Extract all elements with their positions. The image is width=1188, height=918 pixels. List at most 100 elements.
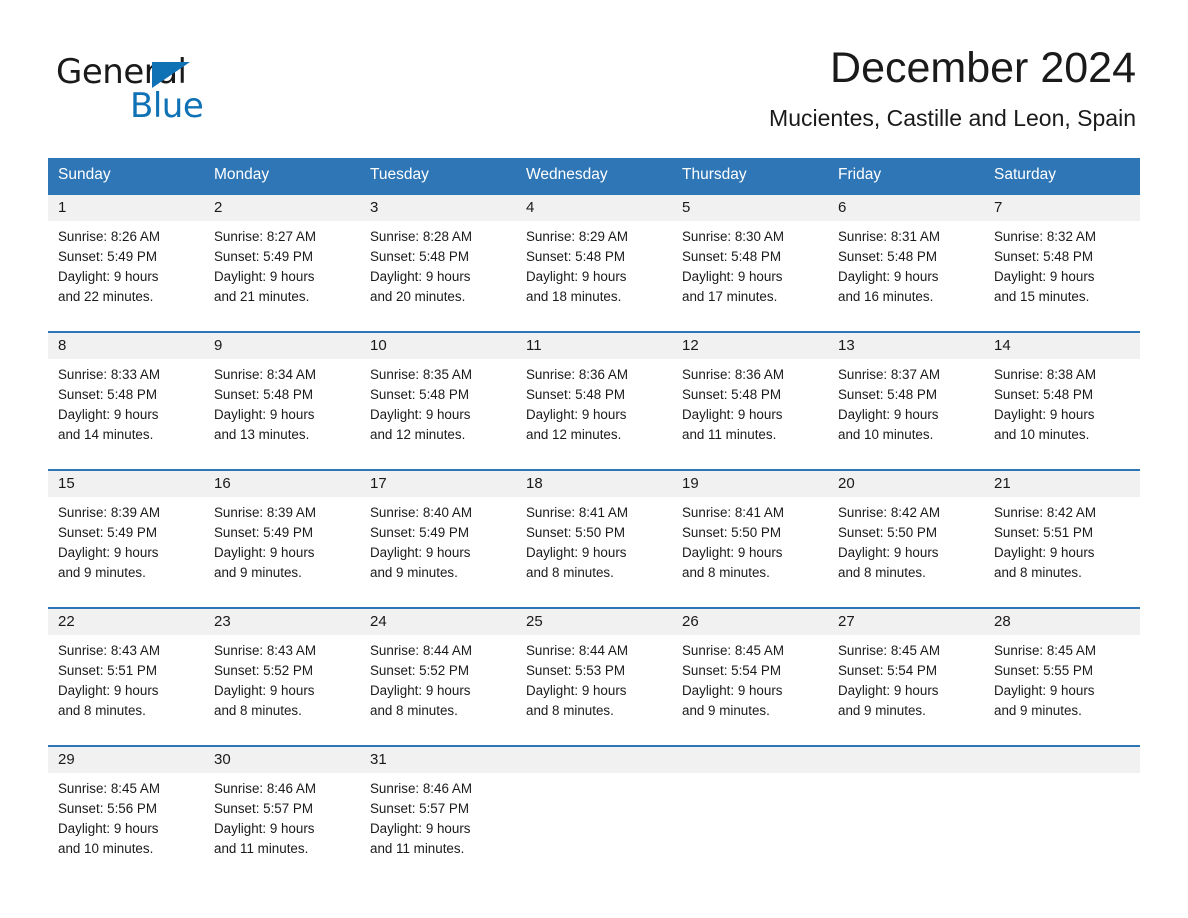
sunset-text: Sunset: 5:56 PM — [58, 801, 157, 816]
day-number: 18 — [516, 471, 672, 497]
day-number: 5 — [672, 195, 828, 221]
day-cell[interactable]: 24 Sunrise: 8:44 AM Sunset: 5:52 PM Dayl… — [360, 609, 516, 731]
daylight-text-line1: Daylight: 9 hours — [214, 545, 315, 560]
day-cell[interactable]: 6 Sunrise: 8:31 AM Sunset: 5:48 PM Dayli… — [828, 195, 984, 317]
day-details: Sunrise: 8:32 AM Sunset: 5:48 PM Dayligh… — [984, 221, 1140, 317]
week-spacer — [48, 731, 1140, 745]
day-cell[interactable]: 29 Sunrise: 8:45 AM Sunset: 5:56 PM Dayl… — [48, 747, 204, 869]
day-cell[interactable]: 11 Sunrise: 8:36 AM Sunset: 5:48 PM Dayl… — [516, 333, 672, 455]
day-cell[interactable]: 3 Sunrise: 8:28 AM Sunset: 5:48 PM Dayli… — [360, 195, 516, 317]
day-cell[interactable]: 15 Sunrise: 8:39 AM Sunset: 5:49 PM Dayl… — [48, 471, 204, 593]
day-cell[interactable]: 19 Sunrise: 8:41 AM Sunset: 5:50 PM Dayl… — [672, 471, 828, 593]
daylight-text-line1: Daylight: 9 hours — [370, 821, 471, 836]
sunset-text: Sunset: 5:49 PM — [58, 249, 157, 264]
daylight-text-line1: Daylight: 9 hours — [838, 407, 939, 422]
day-cell[interactable]: 31 Sunrise: 8:46 AM Sunset: 5:57 PM Dayl… — [360, 747, 516, 869]
day-cell[interactable]: 13 Sunrise: 8:37 AM Sunset: 5:48 PM Dayl… — [828, 333, 984, 455]
day-details: Sunrise: 8:44 AM Sunset: 5:52 PM Dayligh… — [360, 635, 516, 731]
day-cell[interactable]: 9 Sunrise: 8:34 AM Sunset: 5:48 PM Dayli… — [204, 333, 360, 455]
sunrise-text: Sunrise: 8:31 AM — [838, 229, 940, 244]
weekday-header-sunday: Sunday — [58, 166, 111, 183]
daylight-text-line1: Daylight: 9 hours — [526, 269, 627, 284]
day-cell[interactable]: 2 Sunrise: 8:27 AM Sunset: 5:49 PM Dayli… — [204, 195, 360, 317]
day-cell[interactable]: 10 Sunrise: 8:35 AM Sunset: 5:48 PM Dayl… — [360, 333, 516, 455]
sunrise-text: Sunrise: 8:29 AM — [526, 229, 628, 244]
logo-triangle-icon — [152, 62, 190, 88]
day-cell[interactable]: 28 Sunrise: 8:45 AM Sunset: 5:55 PM Dayl… — [984, 609, 1140, 731]
day-number: 24 — [360, 609, 516, 635]
weekday-header-tuesday: Tuesday — [370, 166, 429, 183]
daylight-text-line1: Daylight: 9 hours — [58, 545, 159, 560]
daylight-text-line1: Daylight: 9 hours — [682, 407, 783, 422]
day-number: 14 — [984, 333, 1140, 359]
day-cell[interactable]: 18 Sunrise: 8:41 AM Sunset: 5:50 PM Dayl… — [516, 471, 672, 593]
daylight-text-line1: Daylight: 9 hours — [370, 269, 471, 284]
week-spacer — [48, 593, 1140, 607]
day-details: Sunrise: 8:46 AM Sunset: 5:57 PM Dayligh… — [360, 773, 516, 869]
day-number — [984, 747, 1140, 773]
day-details: Sunrise: 8:26 AM Sunset: 5:49 PM Dayligh… — [48, 221, 204, 317]
daylight-text-line2: and 8 minutes. — [526, 565, 614, 580]
day-cell[interactable]: 4 Sunrise: 8:29 AM Sunset: 5:48 PM Dayli… — [516, 195, 672, 317]
day-cell[interactable]: 5 Sunrise: 8:30 AM Sunset: 5:48 PM Dayli… — [672, 195, 828, 317]
daylight-text-line1: Daylight: 9 hours — [214, 269, 315, 284]
daylight-text-line2: and 14 minutes. — [58, 427, 154, 442]
sunset-text: Sunset: 5:49 PM — [370, 525, 469, 540]
daylight-text-line1: Daylight: 9 hours — [838, 269, 939, 284]
sunset-text: Sunset: 5:48 PM — [214, 387, 313, 402]
day-cell[interactable]: 1 Sunrise: 8:26 AM Sunset: 5:49 PM Dayli… — [48, 195, 204, 317]
day-cell[interactable]: 14 Sunrise: 8:38 AM Sunset: 5:48 PM Dayl… — [984, 333, 1140, 455]
daylight-text-line1: Daylight: 9 hours — [526, 407, 627, 422]
sunset-text: Sunset: 5:49 PM — [214, 249, 313, 264]
daylight-text-line2: and 17 minutes. — [682, 289, 778, 304]
day-details: Sunrise: 8:41 AM Sunset: 5:50 PM Dayligh… — [672, 497, 828, 593]
weekday-header-friday: Friday — [838, 166, 882, 183]
sunrise-text: Sunrise: 8:37 AM — [838, 367, 940, 382]
weekday-header-wednesday: Wednesday — [526, 166, 608, 183]
day-number: 23 — [204, 609, 360, 635]
sunset-text: Sunset: 5:52 PM — [214, 663, 313, 678]
daylight-text-line1: Daylight: 9 hours — [838, 545, 939, 560]
day-details: Sunrise: 8:42 AM Sunset: 5:50 PM Dayligh… — [828, 497, 984, 593]
sunrise-text: Sunrise: 8:42 AM — [994, 505, 1096, 520]
day-cell[interactable]: 25 Sunrise: 8:44 AM Sunset: 5:53 PM Dayl… — [516, 609, 672, 731]
daylight-text-line2: and 8 minutes. — [838, 565, 926, 580]
daylight-text-line1: Daylight: 9 hours — [526, 545, 627, 560]
daylight-text-line2: and 8 minutes. — [526, 703, 614, 718]
day-number: 21 — [984, 471, 1140, 497]
sunrise-text: Sunrise: 8:40 AM — [370, 505, 472, 520]
daylight-text-line1: Daylight: 9 hours — [370, 683, 471, 698]
day-cell[interactable]: 7 Sunrise: 8:32 AM Sunset: 5:48 PM Dayli… — [984, 195, 1140, 317]
sunset-text: Sunset: 5:48 PM — [994, 249, 1093, 264]
day-cell[interactable]: 20 Sunrise: 8:42 AM Sunset: 5:50 PM Dayl… — [828, 471, 984, 593]
day-cell[interactable]: 17 Sunrise: 8:40 AM Sunset: 5:49 PM Dayl… — [360, 471, 516, 593]
day-cell[interactable]: 30 Sunrise: 8:46 AM Sunset: 5:57 PM Dayl… — [204, 747, 360, 869]
day-number: 16 — [204, 471, 360, 497]
sunset-text: Sunset: 5:48 PM — [526, 387, 625, 402]
day-cell[interactable]: 27 Sunrise: 8:45 AM Sunset: 5:54 PM Dayl… — [828, 609, 984, 731]
daylight-text-line2: and 8 minutes. — [370, 703, 458, 718]
day-details: Sunrise: 8:27 AM Sunset: 5:49 PM Dayligh… — [204, 221, 360, 317]
day-cell[interactable]: 8 Sunrise: 8:33 AM Sunset: 5:48 PM Dayli… — [48, 333, 204, 455]
day-cell[interactable]: 12 Sunrise: 8:36 AM Sunset: 5:48 PM Dayl… — [672, 333, 828, 455]
sunset-text: Sunset: 5:54 PM — [682, 663, 781, 678]
day-number — [672, 747, 828, 773]
day-cell[interactable]: 22 Sunrise: 8:43 AM Sunset: 5:51 PM Dayl… — [48, 609, 204, 731]
daylight-text-line1: Daylight: 9 hours — [682, 683, 783, 698]
weekday-header-thursday: Thursday — [682, 166, 747, 183]
sunset-text: Sunset: 5:48 PM — [370, 249, 469, 264]
day-details: Sunrise: 8:45 AM Sunset: 5:54 PM Dayligh… — [672, 635, 828, 731]
day-details: Sunrise: 8:40 AM Sunset: 5:49 PM Dayligh… — [360, 497, 516, 593]
daylight-text-line2: and 8 minutes. — [682, 565, 770, 580]
sunrise-text: Sunrise: 8:43 AM — [58, 643, 160, 658]
daylight-text-line2: and 8 minutes. — [994, 565, 1082, 580]
day-cell[interactable]: 23 Sunrise: 8:43 AM Sunset: 5:52 PM Dayl… — [204, 609, 360, 731]
day-cell[interactable]: 26 Sunrise: 8:45 AM Sunset: 5:54 PM Dayl… — [672, 609, 828, 731]
day-details: Sunrise: 8:45 AM Sunset: 5:56 PM Dayligh… — [48, 773, 204, 869]
day-cell[interactable]: 16 Sunrise: 8:39 AM Sunset: 5:49 PM Dayl… — [204, 471, 360, 593]
day-cell[interactable]: 21 Sunrise: 8:42 AM Sunset: 5:51 PM Dayl… — [984, 471, 1140, 593]
day-number: 1 — [48, 195, 204, 221]
daylight-text-line1: Daylight: 9 hours — [994, 269, 1095, 284]
daylight-text-line2: and 22 minutes. — [58, 289, 154, 304]
daylight-text-line1: Daylight: 9 hours — [370, 545, 471, 560]
